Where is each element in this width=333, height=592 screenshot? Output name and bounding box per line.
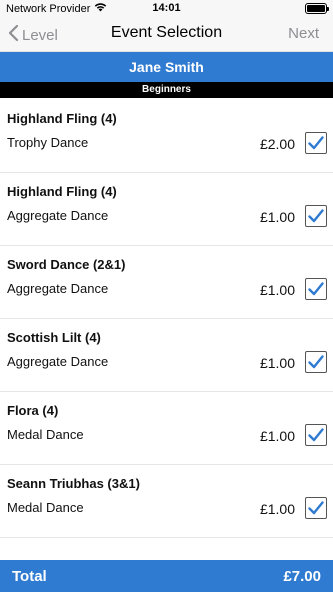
total-value: £7.00 <box>283 568 321 585</box>
event-row[interactable]: Flora (4) Medal Dance £1.00 <box>0 392 333 465</box>
event-name: Highland Fling (4) <box>7 111 117 126</box>
event-row[interactable]: Highland Fling (4) Aggregate Dance £1.00 <box>0 173 333 246</box>
event-price: £1.00 <box>259 428 295 444</box>
status-time: 14:01 <box>152 2 181 14</box>
event-type: Aggregate Dance <box>7 208 109 223</box>
event-name: Sword Dance (2&1) <box>7 257 126 272</box>
event-row[interactable]: Highland Fling (4) Trophy Dance £2.00 <box>0 100 333 173</box>
event-price: £1.00 <box>259 355 295 371</box>
event-type: Medal Dance <box>7 500 84 515</box>
next-button[interactable]: Next <box>288 25 319 42</box>
event-checkbox[interactable] <box>305 132 327 154</box>
event-type: Medal Dance <box>7 427 84 442</box>
event-row[interactable]: Sword Dance (2&1) Aggregate Dance £1.00 <box>0 246 333 319</box>
page-title: Event Selection <box>110 24 223 41</box>
checkmark-icon <box>308 282 324 296</box>
event-price: £1.00 <box>259 501 295 517</box>
event-type: Aggregate Dance <box>7 281 109 296</box>
event-type: Trophy Dance <box>7 135 89 150</box>
event-name: Highland Fling (4) <box>7 184 117 199</box>
event-checkbox[interactable] <box>305 205 327 227</box>
level-header: Beginners <box>0 82 333 98</box>
event-price: £2.00 <box>259 136 295 152</box>
event-row[interactable]: Seann Triubhas (3&1) Medal Dance £1.00 <box>0 465 333 538</box>
event-name: Scottish Lilt (4) <box>7 330 101 345</box>
event-name: Seann Triubhas (3&1) <box>7 476 140 491</box>
status-bar: Network Provider 14:01 <box>0 0 333 17</box>
event-checkbox[interactable] <box>305 278 327 300</box>
checkmark-icon <box>308 501 324 515</box>
event-price: £1.00 <box>259 282 295 298</box>
event-checkbox[interactable] <box>305 497 327 519</box>
checkmark-icon <box>308 136 324 150</box>
checkmark-icon <box>308 428 324 442</box>
event-checkbox[interactable] <box>305 424 327 446</box>
total-label: Total <box>12 568 47 585</box>
row-divider <box>0 537 333 538</box>
battery-icon <box>305 3 329 14</box>
event-checkbox[interactable] <box>305 351 327 373</box>
event-row[interactable]: Scottish Lilt (4) Aggregate Dance £1.00 <box>0 319 333 392</box>
event-name: Flora (4) <box>7 403 59 418</box>
event-list: Highland Fling (4) Trophy Dance £2.00 Hi… <box>0 100 333 538</box>
total-bar: Total £7.00 <box>0 560 333 592</box>
event-price: £1.00 <box>259 209 295 225</box>
event-type: Aggregate Dance <box>7 354 109 369</box>
dancer-name-header: Jane Smith <box>0 52 333 82</box>
navigation-bar: Level Event Selection Next <box>0 17 333 52</box>
checkmark-icon <box>308 209 324 223</box>
checkmark-icon <box>308 355 324 369</box>
